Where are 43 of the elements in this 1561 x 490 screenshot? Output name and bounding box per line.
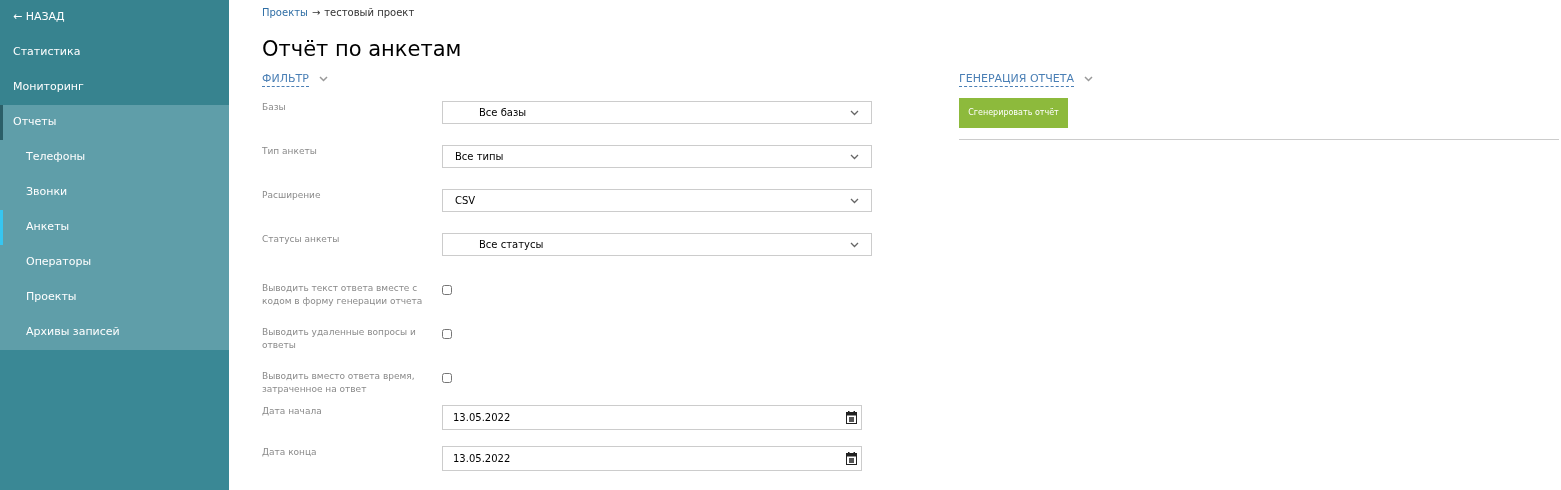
checkbox[interactable] bbox=[442, 285, 452, 295]
breadcrumb-separator: → bbox=[311, 6, 321, 20]
sidebar-item[interactable]: Отчеты bbox=[0, 105, 229, 140]
generation-toggle[interactable]: ГЕНЕРАЦИЯ ОТЧЕТА bbox=[959, 71, 1075, 87]
calendar-icon bbox=[846, 452, 857, 465]
chevron-down-icon bbox=[850, 241, 859, 248]
chevron-down-icon bbox=[1084, 76, 1094, 82]
sidebar-subitem[interactable]: Архивы записей bbox=[0, 315, 229, 350]
sidebar-subitem[interactable]: Телефоны bbox=[0, 140, 229, 175]
select-field[interactable]: CSV bbox=[442, 189, 872, 212]
field-label: Тип анкеты bbox=[262, 145, 318, 158]
field-label: Выводить вместо ответа время, затраченное на ответ bbox=[262, 370, 416, 396]
field-label: Выводить удаленные вопросы и ответы bbox=[262, 326, 417, 352]
select-field[interactable]: Все статусы bbox=[442, 233, 872, 256]
field-label: Статусы анкеты bbox=[262, 233, 341, 246]
sidebar-subitem[interactable]: Проекты bbox=[0, 280, 229, 315]
chevron-down-icon bbox=[850, 109, 859, 116]
page-title: Отчёт по анкетам bbox=[262, 36, 463, 63]
select-field[interactable]: Все типы bbox=[442, 145, 872, 168]
sidebar-subitem[interactable]: Звонки bbox=[0, 175, 229, 210]
select-field[interactable]: Все базы bbox=[442, 101, 872, 124]
sidebar-subitem[interactable]: Анкеты bbox=[0, 210, 229, 245]
sidebar-item[interactable]: Статистика bbox=[0, 35, 229, 70]
field-label: Дата начала bbox=[262, 405, 323, 418]
field-label: Выводить текст ответа вместе с кодом в форму генерации отчета bbox=[262, 282, 424, 308]
checkbox[interactable] bbox=[442, 329, 452, 339]
checkbox[interactable] bbox=[442, 373, 452, 383]
chevron-down-icon bbox=[850, 153, 859, 160]
sidebar-subitem[interactable]: Операторы bbox=[0, 245, 229, 280]
back-link[interactable]: ← НАЗАД bbox=[0, 0, 229, 35]
date-field[interactable]: 13.05.2022 bbox=[442, 405, 862, 430]
generate-report-button[interactable]: Сгенерировать отчёт bbox=[959, 98, 1068, 128]
calendar-icon bbox=[846, 411, 857, 424]
breadcrumb-link[interactable]: Проекты bbox=[262, 5, 308, 20]
chevron-down-icon bbox=[318, 76, 328, 82]
breadcrumb-current: тестовый проект bbox=[324, 6, 415, 20]
chevron-down-icon bbox=[850, 197, 859, 204]
sidebar-item[interactable]: Мониторинг bbox=[0, 70, 229, 105]
field-label: Расширение bbox=[262, 189, 322, 202]
field-label: Дата конца bbox=[262, 446, 318, 459]
filter-toggle[interactable]: ФИЛЬТР bbox=[262, 71, 309, 87]
date-field[interactable]: 13.05.2022 bbox=[442, 446, 862, 471]
field-label: Базы bbox=[262, 101, 287, 114]
